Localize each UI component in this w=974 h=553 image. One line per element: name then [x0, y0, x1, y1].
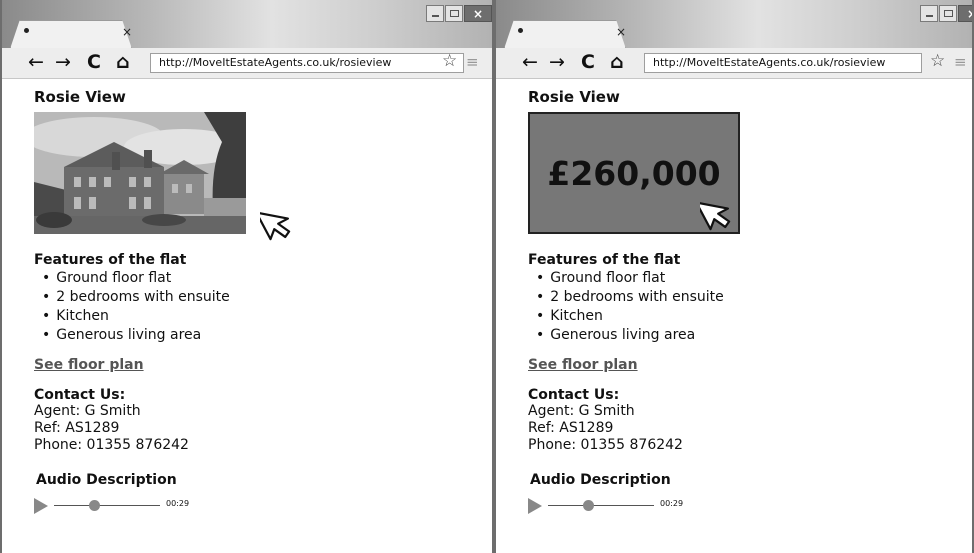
maximize-icon	[943, 10, 953, 17]
forward-icon[interactable]: →	[549, 51, 565, 73]
page-title: Rosie View	[34, 88, 126, 106]
audio-seek-handle[interactable]	[89, 500, 101, 511]
agent-text: Agent: G Smith	[528, 403, 635, 419]
menu-icon[interactable]: ≡	[466, 53, 479, 71]
page-content: Rosie View Features of the flat • Ground…	[34, 88, 492, 516]
phone-text: Phone: 01355 876242	[34, 437, 189, 453]
window-controls: ×	[426, 5, 492, 22]
bullet-icon: •	[536, 270, 545, 286]
browser-toolbar: ← → C ⌂ http://MoveItEstateAgents.co.uk/…	[496, 48, 972, 79]
floor-plan-link[interactable]: See floor plan	[34, 357, 144, 373]
page-title: Rosie View	[528, 88, 620, 106]
home-icon[interactable]: ⌂	[116, 51, 130, 73]
contact-heading: Contact Us:	[34, 387, 126, 403]
maximize-icon	[449, 10, 459, 17]
list-item: • Generous living area	[42, 326, 492, 345]
feature-text: 2 bedrooms with ensuite	[56, 289, 230, 305]
tab-close-icon[interactable]: ×	[616, 26, 626, 38]
ref-text: Ref: AS1289	[528, 420, 614, 436]
bullet-icon: •	[536, 289, 545, 305]
audio-heading: Audio Description	[36, 472, 177, 488]
bullet-icon: •	[42, 289, 51, 305]
bullet-icon: •	[536, 308, 545, 324]
audio-seek-handle[interactable]	[583, 500, 595, 511]
comparison-stage: × × ← → C ⌂ http://MoveItEstateAgents.co…	[0, 0, 974, 553]
minimize-button[interactable]	[426, 5, 444, 22]
forward-icon[interactable]: →	[55, 51, 71, 73]
reload-icon[interactable]: C	[87, 51, 101, 73]
list-item: • Ground floor flat	[536, 269, 972, 288]
features-heading: Features of the flat	[528, 252, 681, 268]
audio-seek-track[interactable]	[54, 505, 160, 506]
mouse-cursor-icon	[700, 201, 731, 231]
browser-toolbar: ← → C ⌂ http://MoveItEstateAgents.co.uk/…	[2, 48, 492, 79]
tab-favicon-dot	[518, 28, 523, 33]
window-controls: ×	[920, 5, 972, 22]
browser-tab[interactable]	[10, 20, 132, 49]
audio-time: 00:29	[166, 499, 190, 508]
house-illustration	[34, 112, 246, 234]
audio-player: 00:29	[528, 494, 972, 516]
bullet-icon: •	[536, 327, 545, 343]
address-bar[interactable]: http://MoveItEstateAgents.co.uk/rosievie…	[644, 53, 922, 73]
ref-text: Ref: AS1289	[34, 420, 120, 436]
minimize-icon	[925, 15, 933, 17]
bullet-icon: •	[42, 308, 51, 324]
minimize-icon	[431, 15, 439, 17]
list-item: • Kitchen	[536, 307, 972, 326]
audio-player: 00:29	[34, 494, 492, 516]
browser-window-photo: × × ← → C ⌂ http://MoveItEstateAgents.co…	[0, 0, 494, 553]
phone-text: Phone: 01355 876242	[528, 437, 683, 453]
feature-text: Ground floor flat	[56, 270, 172, 286]
feature-text: 2 bedrooms with ensuite	[550, 289, 724, 305]
price-text: £260,000	[547, 153, 721, 193]
titlebar: × ×	[496, 0, 972, 49]
play-icon[interactable]	[34, 498, 48, 514]
maximize-button[interactable]	[939, 5, 957, 22]
bullet-icon: •	[42, 327, 51, 343]
bookmark-star-icon[interactable]: ☆	[930, 51, 945, 71]
floor-plan-link[interactable]: See floor plan	[528, 357, 638, 373]
tab-favicon-dot	[24, 28, 29, 33]
audio-heading: Audio Description	[530, 472, 671, 488]
feature-text: Kitchen	[550, 308, 603, 324]
features-list: • Ground floor flat • 2 bedrooms with ensu…	[34, 269, 492, 345]
minimize-button[interactable]	[920, 5, 938, 22]
audio-seek-track[interactable]	[548, 505, 654, 506]
reload-icon[interactable]: C	[581, 51, 595, 73]
list-item: • Generous living area	[536, 326, 972, 345]
list-item: • Ground floor flat	[42, 269, 492, 288]
list-item: • 2 bedrooms with ensuite	[42, 288, 492, 307]
feature-text: Ground floor flat	[550, 270, 666, 286]
close-window-button[interactable]: ×	[464, 5, 492, 22]
feature-text: Kitchen	[56, 308, 109, 324]
agent-text: Agent: G Smith	[34, 403, 141, 419]
back-icon[interactable]: ←	[522, 51, 538, 73]
mouse-cursor-icon	[260, 211, 291, 241]
list-item: • 2 bedrooms with ensuite	[536, 288, 972, 307]
features-list: • Ground floor flat • 2 bedrooms with ensu…	[528, 269, 972, 345]
bullet-icon: •	[42, 270, 51, 286]
feature-text: Generous living area	[56, 327, 202, 343]
feature-text: Generous living area	[550, 327, 696, 343]
features-heading: Features of the flat	[34, 252, 187, 268]
menu-icon[interactable]: ≡	[954, 53, 967, 71]
home-icon[interactable]: ⌂	[610, 51, 624, 73]
titlebar: × ×	[2, 0, 492, 49]
back-icon[interactable]: ←	[28, 51, 44, 73]
browser-tab[interactable]	[504, 20, 626, 49]
close-window-button[interactable]: ×	[958, 5, 972, 22]
audio-time: 00:29	[660, 499, 684, 508]
bookmark-star-icon[interactable]: ☆	[442, 51, 457, 71]
address-bar[interactable]: http://MoveItEstateAgents.co.uk/rosievie…	[150, 53, 464, 73]
page-content: Rosie View £260,000 Features of the flat…	[528, 88, 972, 516]
maximize-button[interactable]	[445, 5, 463, 22]
list-item: • Kitchen	[42, 307, 492, 326]
browser-window-price: × × ← → C ⌂ http://MoveItEstateAgents.co…	[494, 0, 974, 553]
property-photo[interactable]	[34, 112, 246, 234]
contact-heading: Contact Us:	[528, 387, 620, 403]
play-icon[interactable]	[528, 498, 542, 514]
tab-close-icon[interactable]: ×	[122, 26, 132, 38]
